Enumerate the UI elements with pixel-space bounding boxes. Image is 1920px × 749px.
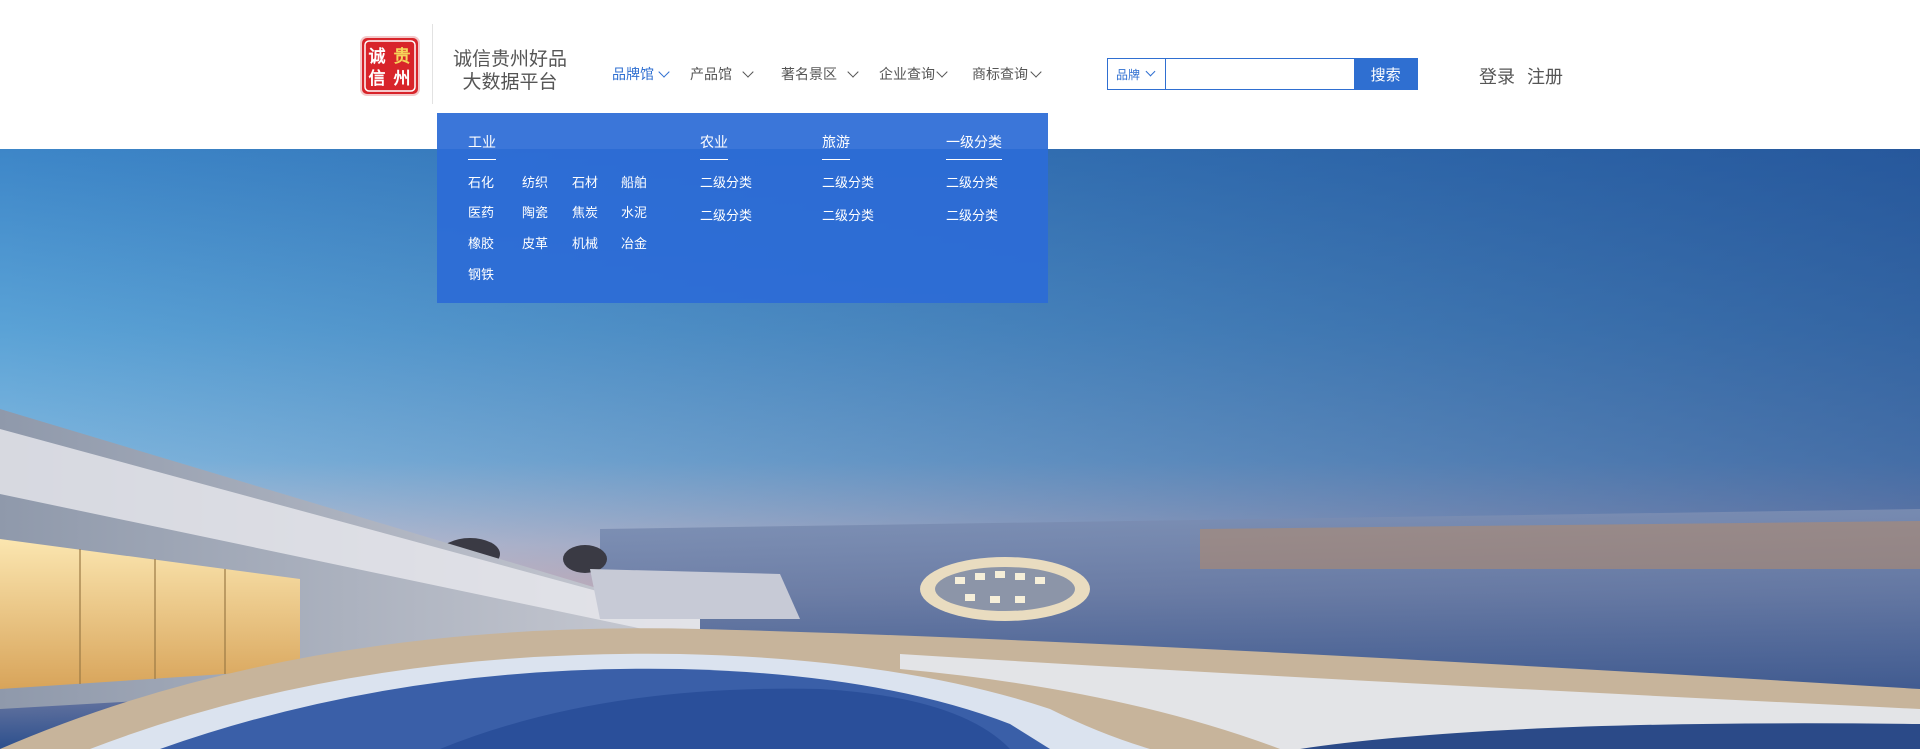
svg-text:信: 信 [369,68,386,89]
nav-item-product-hall[interactable]: 产品馆 [690,64,754,84]
subcategory-link[interactable]: 橡胶 [468,233,494,252]
search-bar: 品牌 搜索 [1107,58,1418,90]
search-input[interactable] [1165,59,1355,89]
search-type-select[interactable]: 品牌 [1108,59,1166,89]
subcategory-link[interactable]: 二级分类 [700,205,752,224]
subcategory-link[interactable]: 医药 [468,202,494,221]
brand-title-line1: 诚信贵州好品 [452,48,567,70]
brand-hall-dropdown-menu: 工业 石化 纺织 石材 船舶 医药 陶瓷 焦炭 水泥 橡胶 皮革 机械 冶金 钢… [437,113,1048,303]
chevron-down-icon [847,65,859,78]
nav-item-famous-scenic-spots[interactable]: 著名景区 [781,64,859,84]
nav-item-label: 产品馆 [690,67,732,83]
subcategory-link[interactable]: 二级分类 [822,205,874,224]
subcategory-link[interactable]: 冶金 [621,233,647,252]
subcategory-link[interactable]: 钢铁 [468,264,494,283]
nav-item-label: 商标查询 [972,67,1028,83]
svg-text:诚: 诚 [369,46,386,67]
subcategory-link[interactable]: 二级分类 [946,172,998,191]
subcategory-link[interactable]: 石材 [572,172,598,191]
subcategory-link[interactable]: 船舶 [621,172,647,191]
chevron-down-icon [936,65,948,78]
login-link[interactable]: 登录 [1479,63,1515,89]
category-title[interactable]: 农业 [700,132,728,160]
chevron-down-icon [658,65,670,78]
brand-title-line2: 大数据平台 [462,71,558,93]
nav-item-label: 品牌馆 [612,67,654,83]
auth-links: 登录 注册 [1479,63,1563,89]
nav-item-company-search[interactable]: 企业查询 [879,64,948,84]
subcategory-link[interactable]: 二级分类 [700,172,752,191]
category-title[interactable]: 工业 [468,132,496,160]
logo[interactable]: 诚 信 贵 州 [347,24,433,104]
subcategory-link[interactable]: 水泥 [621,202,647,221]
subcategory-link[interactable]: 机械 [572,233,598,252]
register-link[interactable]: 注册 [1527,63,1563,89]
subcategory-link[interactable]: 二级分类 [822,172,874,191]
subcategory-link[interactable]: 焦炭 [572,202,598,221]
nav-item-brand-hall[interactable]: 品牌馆 [612,64,670,84]
search-button[interactable]: 搜索 [1354,59,1417,89]
subcategory-link[interactable]: 皮革 [522,233,548,252]
chevron-down-icon [1030,65,1042,78]
search-type-label: 品牌 [1116,67,1141,82]
subcategory-link[interactable]: 石化 [468,172,494,191]
chevron-down-icon [1145,66,1156,77]
brand-title: 诚信贵州好品 大数据平台 [445,48,575,94]
nav-item-label: 著名景区 [781,67,837,83]
subcategory-link[interactable]: 陶瓷 [522,202,548,221]
nav-item-trademark-search[interactable]: 商标查询 [972,64,1042,84]
nav-item-label: 企业查询 [879,67,935,83]
category-title[interactable]: 一级分类 [946,132,1002,160]
subcategory-link[interactable]: 纺织 [522,172,548,191]
seal-logo-icon: 诚 信 贵 州 [362,38,418,94]
chevron-down-icon [742,65,754,78]
subcategory-link[interactable]: 二级分类 [946,205,998,224]
svg-text:州: 州 [393,69,411,89]
category-title[interactable]: 旅游 [822,132,850,160]
svg-text:贵: 贵 [394,46,411,67]
